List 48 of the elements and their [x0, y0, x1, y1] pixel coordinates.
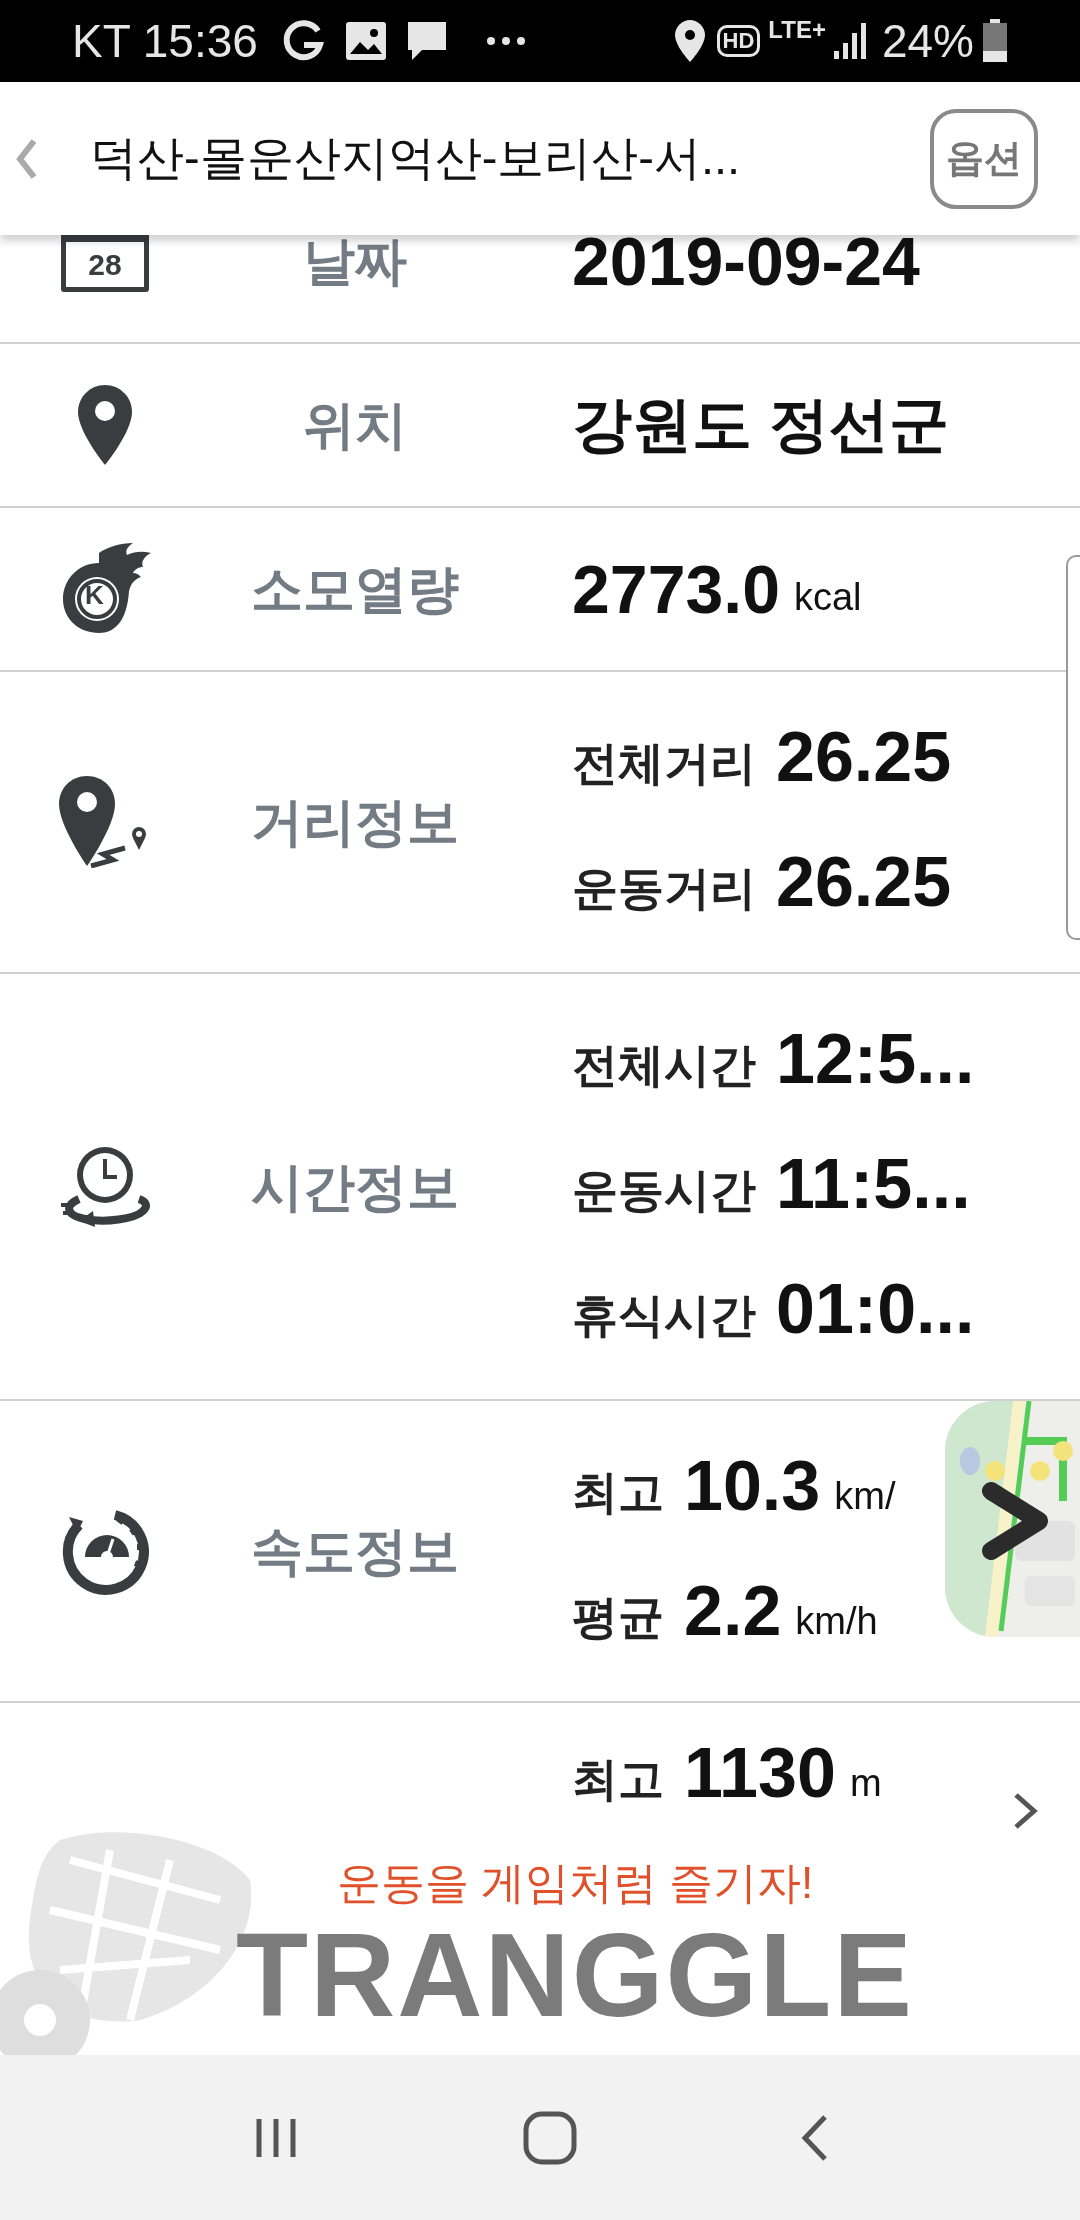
row-label: 시간정보: [251, 1156, 459, 1218]
stat-value: 12:5...: [776, 1024, 975, 1094]
banner-tagline: 운동을 게임처럼 즐기자!: [336, 1857, 814, 1909]
stat-label: 전체시간: [572, 1042, 756, 1088]
stat-value: 10.3: [684, 1451, 821, 1521]
stat-label: 운동시간: [572, 1167, 756, 1213]
banner-logo: TRANGGLE: [235, 1916, 915, 2034]
hd-indicator: HD: [716, 25, 761, 57]
page-title: 덕산-몰운산지억산-보리산-서...: [90, 130, 741, 187]
battery-icon: [982, 19, 1008, 63]
more-icon: [485, 36, 526, 46]
location-icon: [674, 20, 705, 62]
row-value: 강원도 정선군: [572, 395, 949, 455]
stat-value: 11:5...: [776, 1149, 971, 1219]
network-indicator: LTE+: [768, 15, 826, 45]
stat-label: 최고: [572, 1756, 664, 1802]
row-label: 날짜: [303, 235, 407, 292]
unit-label: kcal: [794, 575, 862, 620]
stat-value: 26.25: [776, 722, 952, 792]
calendar-icon: 28: [61, 235, 149, 292]
stat-value: 01:0...: [776, 1274, 975, 1344]
row-label: 소모열량: [251, 559, 459, 620]
location-pin-icon: [78, 385, 132, 465]
stat-label: 휴식시간: [572, 1292, 756, 1338]
unit-label: m: [849, 1764, 882, 1802]
unit-label: km/h: [795, 1602, 878, 1640]
stat-value: 2.2: [684, 1576, 782, 1646]
row-label: 위치: [303, 395, 407, 456]
image-icon: [345, 22, 386, 60]
carrier-time: KT 15:36: [72, 13, 258, 69]
chevron-right-icon[interactable]: [981, 1481, 1051, 1561]
stat-label: 최고: [572, 1469, 664, 1515]
stat-label: 전체거리: [572, 740, 756, 786]
row-value: 2019-09-24: [572, 235, 920, 295]
stat-value: 1130: [684, 1738, 836, 1808]
home-icon[interactable]: [523, 2110, 577, 2165]
option-button[interactable]: 옵션: [930, 108, 1038, 209]
message-icon: [405, 20, 448, 62]
row-label: 거리정보: [251, 792, 459, 853]
signal-icon: [833, 23, 868, 59]
stat-label: 평균: [572, 1594, 664, 1640]
battery-percent: 24%: [881, 13, 974, 69]
unit-label: km/: [834, 1477, 896, 1515]
stat-value: 26.25: [776, 847, 952, 917]
stat-label: 운동거리: [572, 865, 756, 911]
row-label: 속도정보: [251, 1521, 459, 1582]
row-value: 2773.0: [572, 555, 780, 623]
g-letter-icon: [281, 19, 326, 63]
